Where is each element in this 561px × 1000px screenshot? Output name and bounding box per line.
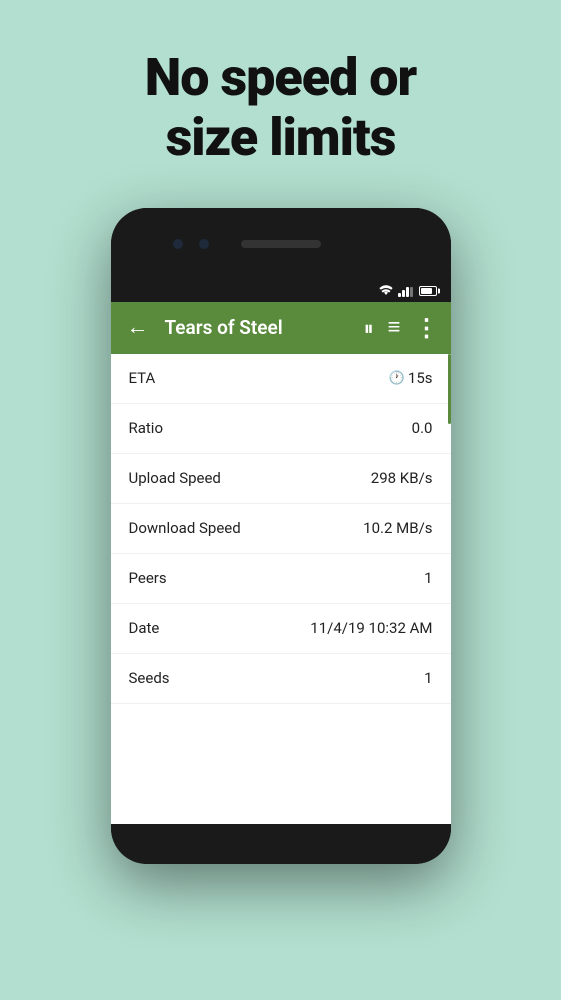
headline-text: No speed or size limits [40, 48, 521, 168]
date-value: 11/4/19 10:32 AM [310, 619, 432, 637]
wifi-icon [378, 285, 394, 297]
table-row: Peers 1 [111, 554, 451, 604]
signal-bar-2 [402, 290, 405, 297]
phone-device: ← Tears of Steel ⏸ ≡ ⋮ ETA 🕐 [111, 208, 451, 864]
camera-dot-left [173, 239, 183, 249]
table-row: ETA 🕐 15s [111, 354, 451, 404]
scroll-indicator [447, 354, 451, 824]
status-bar [111, 280, 451, 302]
table-row: Seeds 1 [111, 654, 451, 704]
eta-label: ETA [129, 369, 156, 387]
ratio-label: Ratio [129, 419, 164, 437]
toolbar-action-icons: ⏸ ≡ ⋮ [364, 316, 439, 340]
headline-section: No speed or size limits [0, 0, 561, 198]
status-icons [378, 285, 437, 297]
app-content: ETA 🕐 15s Ratio 0.0 Upload Speed 298 KB/… [111, 354, 451, 824]
peers-value: 1 [424, 569, 432, 587]
download-speed-value: 10.2 MB/s [363, 519, 432, 537]
eta-value: 🕐 15s [389, 369, 433, 387]
empty-space [111, 704, 451, 824]
phone-top-bezel [111, 208, 451, 280]
ratio-value: 0.0 [412, 419, 433, 437]
toolbar-title: Tears of Steel [165, 316, 356, 339]
battery-icon [419, 286, 437, 296]
back-button[interactable]: ← [123, 313, 153, 343]
signal-bar-4 [410, 287, 413, 297]
download-speed-label: Download Speed [129, 519, 241, 537]
signal-bar-1 [398, 293, 401, 297]
signal-bar-3 [406, 287, 409, 297]
peers-label: Peers [129, 569, 167, 587]
more-button[interactable]: ⋮ [415, 316, 439, 340]
table-row: Upload Speed 298 KB/s [111, 454, 451, 504]
clock-icon: 🕐 [389, 371, 405, 386]
seeds-value: 1 [424, 669, 432, 687]
upload-speed-value: 298 KB/s [371, 469, 433, 487]
table-row: Download Speed 10.2 MB/s [111, 504, 451, 554]
camera-dot-right [199, 239, 209, 249]
phone-mockup: ← Tears of Steel ⏸ ≡ ⋮ ETA 🕐 [0, 208, 561, 864]
table-row: Date 11/4/19 10:32 AM [111, 604, 451, 654]
phone-speaker [241, 240, 321, 248]
pause-button[interactable]: ⏸ [364, 318, 374, 338]
date-label: Date [129, 619, 160, 637]
signal-bars [398, 285, 413, 297]
app-toolbar: ← Tears of Steel ⏸ ≡ ⋮ [111, 302, 451, 354]
seeds-label: Seeds [129, 669, 170, 687]
phone-bottom-bezel [111, 824, 451, 864]
list-button[interactable]: ≡ [388, 317, 401, 339]
table-row: Ratio 0.0 [111, 404, 451, 454]
page-background: No speed or size limits [0, 0, 561, 1000]
upload-speed-label: Upload Speed [129, 469, 221, 487]
scroll-thumb [448, 354, 451, 424]
battery-fill [421, 288, 432, 294]
